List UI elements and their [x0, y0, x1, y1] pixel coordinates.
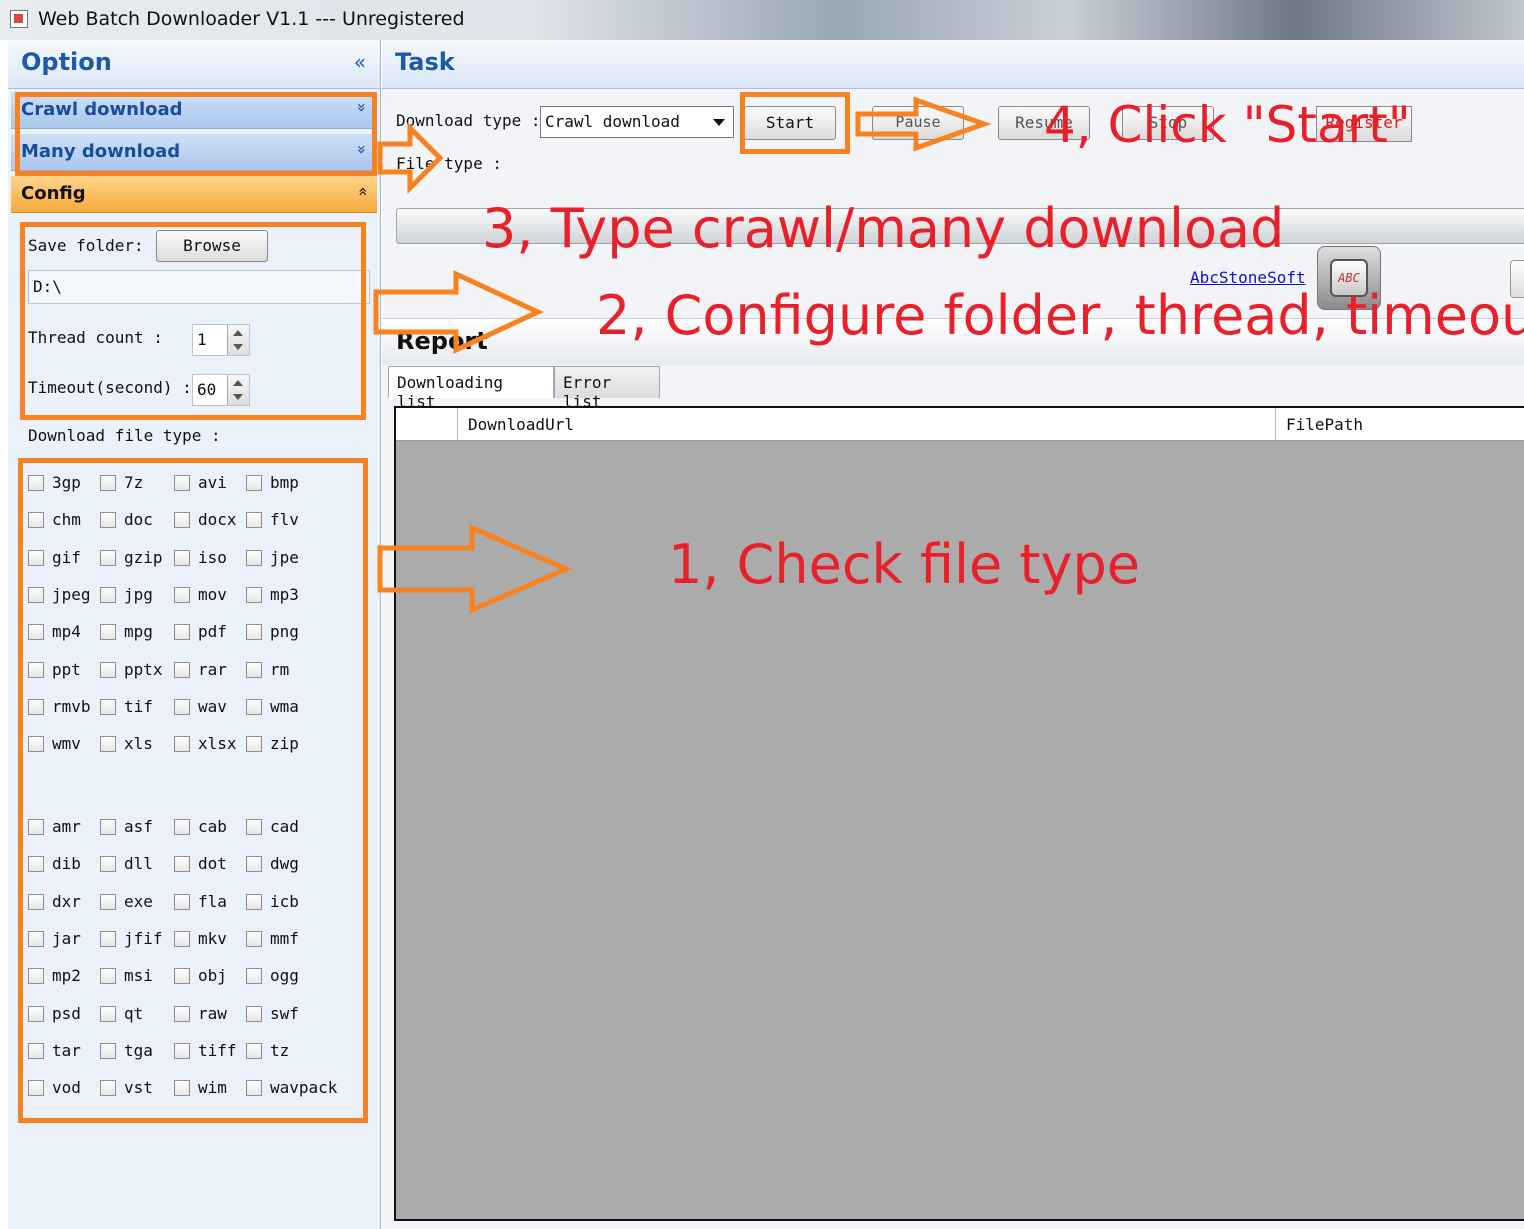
annotation-step3: 3, Type crawl/many download	[482, 197, 1285, 260]
arrow-step2-icon	[373, 270, 544, 354]
arrow-step1-icon	[377, 524, 573, 614]
annotation-step4: 4, Click "Start"	[1044, 96, 1411, 154]
arrow-step3-icon	[377, 121, 444, 195]
annotation-arrows	[373, 96, 992, 614]
annotation-step2: 2, Configure folder, thread, timeout	[596, 284, 1524, 347]
annotation-step1: 1, Check file type	[668, 533, 1140, 596]
arrow-step4-icon	[855, 96, 992, 152]
